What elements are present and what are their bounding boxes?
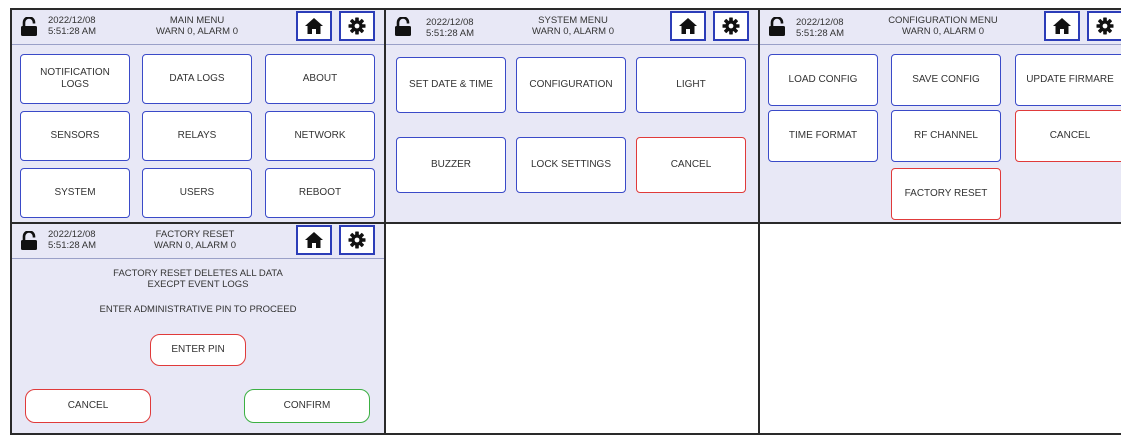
- home-icon: [305, 232, 323, 248]
- screen-title: FACTORY RESET WARN 0, ALARM 0: [120, 229, 270, 251]
- save-config-button[interactable]: SAVE CONFIG: [891, 54, 1001, 106]
- alert-status: WARN 0, ALARM 0: [153, 240, 236, 251]
- rf-channel-button[interactable]: RF CHANNEL: [891, 110, 1001, 162]
- alert-status: WARN 0, ALARM 0: [155, 26, 238, 37]
- screen-title: CONFIGURATION MENU WARN 0, ALARM 0: [868, 15, 1018, 37]
- network-button[interactable]: NETWORK: [265, 111, 375, 161]
- time-text: 5:51:28 AM: [426, 28, 475, 39]
- settings-button[interactable]: [713, 11, 749, 41]
- data-logs-button[interactable]: DATA LOGS: [142, 54, 252, 104]
- instruction-text: ENTER ADMINISTRATIVE PIN TO PROCEED: [99, 304, 297, 315]
- status-bar: 2022/12/08 5:51:28 AM MAIN MENU WARN 0, …: [12, 10, 384, 45]
- time-text: 5:51:28 AM: [48, 240, 97, 251]
- home-button[interactable]: [296, 225, 332, 255]
- system-button[interactable]: SYSTEM: [20, 168, 130, 218]
- home-button[interactable]: [1044, 11, 1080, 41]
- lock-open-icon[interactable]: [20, 231, 38, 251]
- lock-settings-button[interactable]: LOCK SETTINGS: [516, 137, 626, 193]
- date-text: 2022/12/08: [426, 17, 474, 28]
- empty-panel-middle: [384, 222, 760, 435]
- lock-open-icon[interactable]: [20, 17, 38, 37]
- datetime: 2022/12/08 5:51:28 AM: [48, 15, 96, 37]
- status-bar: 2022/12/08 5:51:28 AM SYSTEM MENU WARN 0…: [386, 10, 758, 45]
- light-button[interactable]: LIGHT: [636, 57, 746, 113]
- datetime: 2022/12/08 5:51:28 AM: [796, 17, 844, 39]
- screen-title: SYSTEM MENU WARN 0, ALARM 0: [498, 15, 648, 37]
- title-text: FACTORY RESET: [155, 229, 235, 240]
- confirm-button[interactable]: CONFIRM: [244, 389, 370, 423]
- lock-open-icon[interactable]: [768, 17, 786, 37]
- sensors-button[interactable]: SENSORS: [20, 111, 130, 161]
- relays-button[interactable]: RELAYS: [142, 111, 252, 161]
- settings-button[interactable]: [339, 225, 375, 255]
- warning-message-line-1: FACTORY RESET DELETES ALL DATA: [113, 268, 283, 279]
- home-icon: [679, 18, 697, 34]
- update-firmware-button[interactable]: UPDATE FIRMARE: [1015, 54, 1121, 106]
- home-icon: [305, 18, 323, 34]
- time-text: 5:51:28 AM: [796, 28, 845, 39]
- configuration-menu-screen: 2022/12/08 5:51:28 AM CONFIGURATION MENU…: [758, 8, 1121, 224]
- main-menu-screen: 2022/12/08 5:51:28 AM MAIN MENU WARN 0, …: [10, 8, 386, 224]
- alert-status: WARN 0, ALARM 0: [901, 26, 984, 37]
- empty-panel-right: [758, 222, 1121, 435]
- time-text: 5:51:28 AM: [48, 26, 97, 37]
- settings-button[interactable]: [1087, 11, 1121, 41]
- warning-message-line-2: EXECPT EVENT LOGS: [147, 279, 249, 290]
- date-text: 2022/12/08: [796, 17, 844, 28]
- title-text: SYSTEM MENU: [538, 15, 608, 26]
- factory-reset-button[interactable]: FACTORY RESET: [891, 168, 1001, 220]
- set-date-time-button[interactable]: SET DATE & TIME: [396, 57, 506, 113]
- datetime: 2022/12/08 5:51:28 AM: [48, 229, 96, 251]
- title-text: CONFIGURATION MENU: [888, 15, 998, 26]
- settings-button[interactable]: [339, 11, 375, 41]
- gear-icon: [1096, 17, 1114, 35]
- gear-icon: [348, 17, 366, 35]
- lock-open-icon[interactable]: [394, 17, 412, 37]
- status-bar: 2022/12/08 5:51:28 AM CONFIGURATION MENU…: [760, 10, 1121, 45]
- gear-icon: [722, 17, 740, 35]
- cancel-button[interactable]: CANCEL: [1015, 110, 1121, 162]
- home-button[interactable]: [670, 11, 706, 41]
- time-format-button[interactable]: TIME FORMAT: [768, 110, 878, 162]
- datetime: 2022/12/08 5:51:28 AM: [426, 17, 474, 39]
- reboot-button[interactable]: REBOOT: [265, 168, 375, 218]
- enter-pin-button[interactable]: ENTER PIN: [150, 334, 246, 366]
- buzzer-button[interactable]: BUZZER: [396, 137, 506, 193]
- alert-status: WARN 0, ALARM 0: [531, 26, 614, 37]
- date-text: 2022/12/08: [48, 15, 96, 26]
- configuration-button[interactable]: CONFIGURATION: [516, 57, 626, 113]
- notification-logs-button[interactable]: NOTIFICATION LOGS: [20, 54, 130, 104]
- gear-icon: [348, 231, 366, 249]
- cancel-button[interactable]: CANCEL: [636, 137, 746, 193]
- title-text: MAIN MENU: [169, 15, 225, 26]
- factory-reset-screen: 2022/12/08 5:51:28 AM FACTORY RESET WARN…: [10, 222, 386, 435]
- users-button[interactable]: USERS: [142, 168, 252, 218]
- home-button[interactable]: [296, 11, 332, 41]
- load-config-button[interactable]: LOAD CONFIG: [768, 54, 878, 106]
- about-button[interactable]: ABOUT: [265, 54, 375, 104]
- date-text: 2022/12/08: [48, 229, 96, 240]
- home-icon: [1053, 18, 1071, 34]
- status-bar: 2022/12/08 5:51:28 AM FACTORY RESET WARN…: [12, 224, 384, 259]
- cancel-button[interactable]: CANCEL: [25, 389, 151, 423]
- screen-title: MAIN MENU WARN 0, ALARM 0: [122, 15, 272, 37]
- system-menu-screen: 2022/12/08 5:51:28 AM SYSTEM MENU WARN 0…: [384, 8, 760, 224]
